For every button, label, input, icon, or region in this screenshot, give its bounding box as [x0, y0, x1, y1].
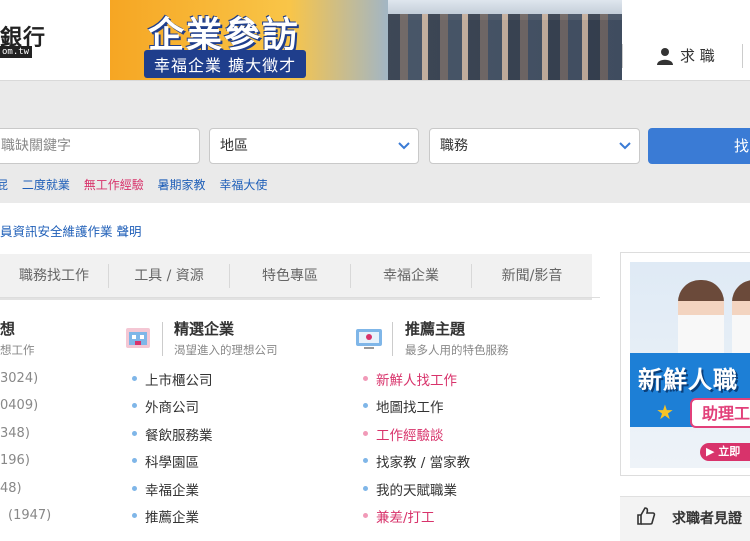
- ad-apply-button[interactable]: ▶ 立即: [700, 443, 750, 461]
- featured-link-food[interactable]: 餐飲服務業: [145, 424, 213, 444]
- list-item[interactable]: 0409): [0, 398, 38, 413]
- site-logo-domain: om.tw: [0, 46, 32, 58]
- left-column-title: 想: [0, 320, 16, 338]
- promo-banner[interactable]: 企業參訪 幸福企業 擴大徵才: [110, 0, 622, 80]
- search-button[interactable]: 找: [648, 128, 750, 164]
- bullet-dot: [363, 403, 368, 408]
- bullet-dot: [132, 376, 137, 381]
- tab-happy-enterprise[interactable]: 幸福企業: [351, 254, 471, 298]
- quick-link[interactable]: 無工作經驗: [84, 178, 144, 192]
- featured-title: 精選企業: [174, 320, 235, 338]
- bullet-dot: [363, 458, 368, 463]
- user-icon[interactable]: [656, 47, 674, 65]
- list-item[interactable]: 3024): [0, 371, 38, 386]
- nav-job-seeker[interactable]: 求 職: [680, 45, 715, 66]
- recommended-subtitle: 最多人用的特色服務: [405, 343, 509, 357]
- quick-link[interactable]: 二度就業: [22, 178, 70, 192]
- featured-link-science-park[interactable]: 科學園區: [145, 451, 199, 471]
- privacy-notice-link[interactable]: 員資訊安全維護作業 聲明: [0, 221, 141, 240]
- column-divider: [392, 322, 393, 356]
- topic-link-map[interactable]: 地圖找工作: [376, 396, 444, 416]
- list-item[interactable]: 48): [0, 481, 22, 496]
- bullet-dot: [132, 458, 137, 463]
- column-divider: [162, 322, 163, 356]
- tabs-underline: [0, 297, 600, 298]
- bullet-dot: [363, 376, 368, 381]
- featured-link-happy[interactable]: 幸福企業: [145, 479, 199, 499]
- list-item[interactable]: 348): [0, 426, 30, 441]
- recommended-title: 推薦主題: [405, 320, 466, 338]
- header-divider: [742, 44, 743, 68]
- bullet-dot: [363, 431, 368, 436]
- banner-subtitle: 幸福企業 擴大徵才: [144, 50, 307, 78]
- banner-photo: [388, 14, 622, 80]
- list-item[interactable]: (1947): [8, 508, 51, 523]
- topic-link-graduate[interactable]: 新鮮人找工作: [376, 369, 457, 389]
- bullet-dot: [132, 513, 137, 518]
- header-divider: [622, 44, 623, 68]
- ad-title: 新鮮人職: [638, 366, 738, 394]
- quick-link[interactable]: 暑期家教: [158, 178, 206, 192]
- quick-link[interactable]: 屁: [0, 178, 8, 192]
- bullet-dot: [132, 431, 137, 436]
- star-icon: ★: [656, 400, 674, 424]
- ad-person: [732, 280, 750, 360]
- featured-link-recommended[interactable]: 推薦企業: [145, 506, 199, 526]
- bullet-dot: [363, 513, 368, 518]
- testimonial-label: 求職者見證: [672, 511, 742, 527]
- ad-pill: 助理工作: [690, 398, 750, 428]
- topic-link-talent[interactable]: 我的天賦職業: [376, 479, 457, 499]
- thumbs-up-icon: [637, 507, 656, 525]
- tab-find-by-job[interactable]: 職務找工作: [0, 254, 108, 298]
- topic-link-parttime[interactable]: 兼差/打工: [376, 506, 435, 526]
- topic-link-experience[interactable]: 工作經驗談: [376, 424, 444, 444]
- area-select[interactable]: 地區: [209, 128, 419, 164]
- building-icon: [126, 328, 150, 348]
- tab-news[interactable]: 新聞/影音: [472, 254, 592, 298]
- featured-link-foreign[interactable]: 外商公司: [145, 396, 199, 416]
- topic-link-tutor[interactable]: 找家教 / 當家教: [376, 451, 470, 471]
- job-select-value: 職務: [440, 138, 468, 154]
- ad-person: [678, 280, 724, 360]
- quick-link[interactable]: 幸福大使: [219, 178, 267, 192]
- bullet-dot: [132, 403, 137, 408]
- chevron-down-icon: [619, 142, 631, 150]
- list-item[interactable]: 196): [0, 453, 30, 468]
- category-tabs: 職務找工作 工具 / 資源 特色專區 幸福企業 新聞/影音: [0, 254, 592, 300]
- bullet-dot: [363, 486, 368, 491]
- area-select-value: 地區: [220, 138, 248, 154]
- tab-tools[interactable]: 工具 / 資源: [109, 254, 229, 298]
- monitor-icon: [356, 329, 382, 349]
- quick-links: 屁 二度就業 無工作經驗 暑期家教 幸福大使: [0, 176, 277, 193]
- tab-features[interactable]: 特色專區: [230, 254, 350, 298]
- bullet-dot: [132, 486, 137, 491]
- featured-link-listed[interactable]: 上市櫃公司: [145, 369, 213, 389]
- left-column-subtitle: 想工作: [0, 343, 35, 357]
- keyword-search-input[interactable]: 職缺關鍵字: [0, 128, 200, 164]
- job-category-select[interactable]: 職務: [429, 128, 640, 164]
- chevron-down-icon: [398, 142, 410, 150]
- featured-subtitle: 渴望進入的理想公司: [174, 343, 278, 357]
